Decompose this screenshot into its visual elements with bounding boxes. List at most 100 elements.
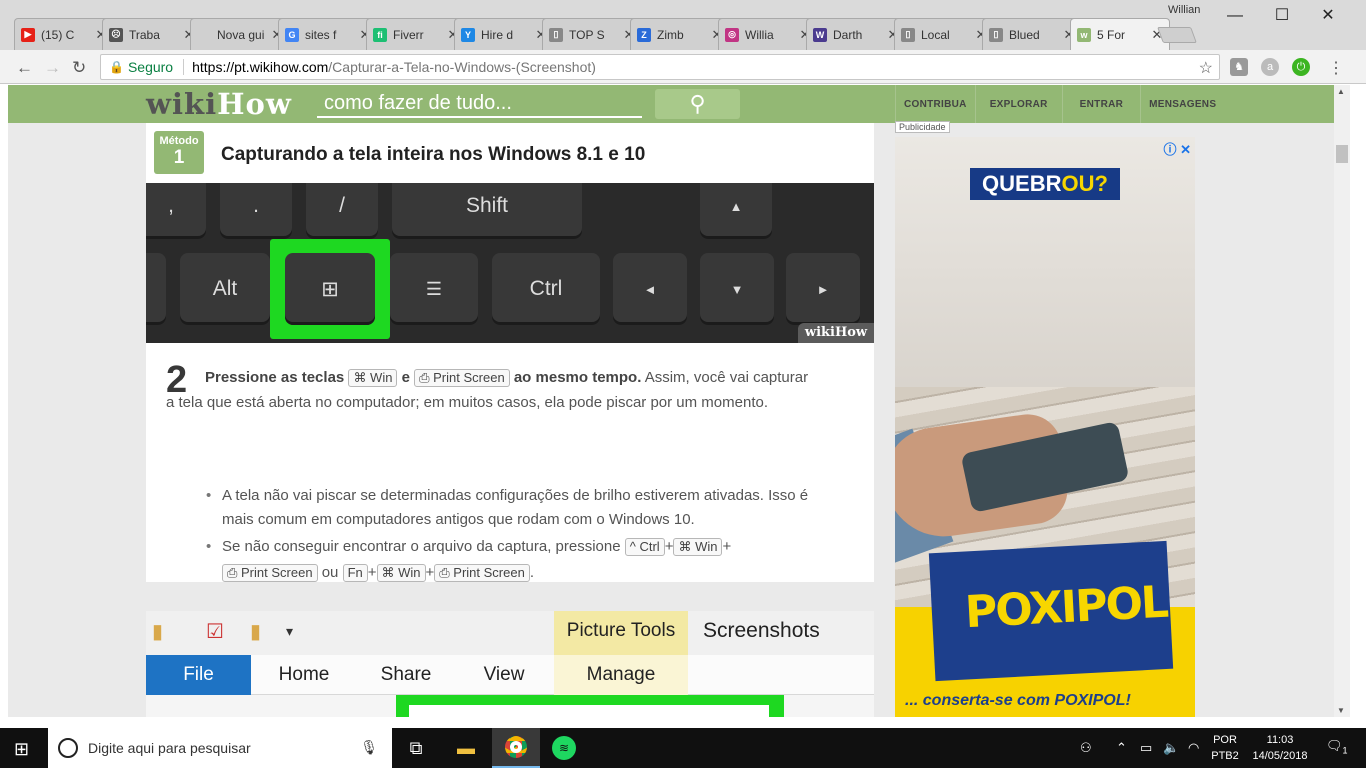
kbd-print-screen: ⎙ Print Screen: [414, 369, 510, 387]
advertisement[interactable]: ⓘ ✕ QUEBROU? POXIPOL ... conserta-se com…: [895, 137, 1195, 717]
browser-titlebar: ▶ (15) C ✕ ☹ Traba ✕ Nova gui ✕ Gsites f ✕ fi Fiver…: [0, 0, 1366, 50]
spotify-icon[interactable]: ≋: [540, 728, 588, 768]
scroll-thumb[interactable]: [1336, 145, 1348, 163]
checklist-icon: ☑: [206, 621, 224, 643]
menu-key-icon: ☰: [425, 278, 443, 299]
key-slash: /: [306, 183, 378, 239]
nav-explorar[interactable]: EXPLORAR: [974, 85, 1062, 123]
browser-tab[interactable]: w5 For ✕: [1070, 18, 1170, 50]
tab-favicon-icon: ◎: [725, 27, 739, 42]
url-path: /Capturar-a-Tela-no-Windows-(Screenshot): [328, 59, 596, 75]
tab-title: Hire d: [481, 27, 514, 42]
wikihow-logo[interactable]: wikiHow: [146, 87, 292, 121]
folder-icon-2: ▮: [250, 621, 262, 643]
nav-contribua[interactable]: CONTRIBUA: [895, 85, 975, 123]
tab-title: TOP S: [569, 27, 605, 42]
nav-entrar[interactable]: ENTRAR: [1061, 85, 1140, 123]
extension-a-icon[interactable]: a: [1261, 58, 1279, 76]
battery-icon[interactable]: ▭: [1140, 740, 1152, 756]
minimize-icon[interactable]: —: [1220, 6, 1250, 26]
volume-icon[interactable]: 🔈: [1163, 740, 1179, 756]
maximize-icon[interactable]: ☐: [1267, 6, 1297, 26]
task-view-icon[interactable]: ⧉: [392, 728, 440, 768]
language-indicator[interactable]: POR PTB2: [1208, 732, 1242, 764]
ad-choices-icon[interactable]: ⓘ ✕: [1163, 139, 1191, 158]
bookmark-star-icon[interactable]: ☆: [1199, 58, 1213, 78]
tab-title: 5 For: [1097, 27, 1126, 42]
back-icon[interactable]: ←: [16, 58, 33, 78]
browser-tab[interactable]: Z Zimb ✕: [630, 18, 730, 50]
tab-title: Fiverr: [393, 27, 424, 42]
web-page: wikiHow como fazer de tudo... ⚲ CONTRIBU…: [8, 85, 1334, 717]
tab-title: sites f: [305, 27, 337, 42]
search-button[interactable]: ⚲: [655, 89, 740, 119]
tab-home: Home: [278, 664, 330, 685]
wifi-icon[interactable]: ◠: [1188, 740, 1199, 756]
menu-icon[interactable]: ⋮: [1328, 58, 1344, 78]
browser-tab[interactable]: ☹ Traba ✕: [102, 18, 202, 50]
key-shift: Shift: [392, 183, 582, 239]
chrome-taskbar-icon[interactable]: [492, 728, 540, 768]
tab-favicon-icon: W: [813, 27, 827, 42]
browser-tab[interactable]: fi Fiverr ✕: [366, 18, 466, 50]
taskbar-search-placeholder: Digite aqui para pesquisar: [88, 740, 251, 756]
ad-brand: POXIPOL: [963, 576, 1169, 639]
highlight-frame: [396, 695, 784, 717]
new-tab-button[interactable]: [1157, 27, 1197, 43]
tab-title: Zimb: [657, 27, 684, 42]
key-ctrl: Ctrl: [492, 253, 600, 325]
tab-favicon-icon: G: [285, 27, 299, 42]
notification-icon[interactable]: 🗨1: [1326, 738, 1348, 756]
browser-tab[interactable]: Gsites f ✕: [278, 18, 378, 50]
browser-tab[interactable]: ▶ (15) C ✕: [14, 18, 114, 50]
start-button[interactable]: ⊞: [14, 739, 29, 760]
reload-icon[interactable]: ↻: [72, 58, 86, 78]
close-window-icon[interactable]: ✕: [1313, 6, 1343, 26]
key-arrow-left: ◄: [613, 253, 687, 325]
tab-view: View: [483, 664, 525, 685]
method-label: Método: [159, 135, 199, 147]
tray-chevron-icon[interactable]: ⌃: [1116, 740, 1127, 756]
search-icon: ⚲: [689, 91, 706, 116]
bullet-brightness: A tela não vai piscar se determinadas co…: [206, 484, 822, 532]
scroll-up-icon[interactable]: ▲: [1337, 87, 1345, 96]
tab-title: Darth: [833, 27, 863, 42]
browser-toolbar: ← → ↻ 🔒 Seguro https://pt.wikihow.com/Ca…: [0, 50, 1366, 84]
scroll-down-icon[interactable]: ▼: [1337, 706, 1345, 715]
people-icon[interactable]: ⚇: [1080, 740, 1092, 756]
clock[interactable]: 11:03 14/05/2018: [1245, 732, 1315, 764]
key-partial: [146, 253, 166, 325]
extension-green-icon[interactable]: ⏻: [1292, 58, 1310, 76]
browser-tab[interactable]: ◎ Willia ✕: [718, 18, 818, 50]
tab-title: Blued: [1009, 27, 1040, 42]
extension-icon[interactable]: ♞: [1230, 58, 1248, 76]
tab-title: Nova gui: [217, 27, 265, 42]
browser-tab[interactable]: ▯ Blued ✕: [982, 18, 1082, 50]
method-badge: Método 1: [154, 131, 204, 174]
forward-icon[interactable]: →: [44, 58, 61, 78]
microphone-icon[interactable]: 🎙: [360, 739, 378, 756]
address-bar[interactable]: 🔒 Seguro https://pt.wikihow.com/Capturar…: [100, 54, 1220, 80]
page-scrollbar[interactable]: ▲ ▼: [1334, 85, 1350, 717]
profile-name[interactable]: Willian: [1168, 4, 1200, 16]
browser-tab[interactable]: ▯ Local ✕: [894, 18, 994, 50]
site-search-input[interactable]: como fazer de tudo...: [317, 91, 642, 118]
nav-mensagens[interactable]: MENSAGENS: [1140, 85, 1224, 123]
browser-tab[interactable]: Nova gui ✕: [190, 18, 290, 50]
tab-favicon-icon: ▯: [901, 27, 915, 42]
file-explorer-icon[interactable]: ▬: [442, 728, 490, 768]
taskbar-search[interactable]: Digite aqui para pesquisar 🎙: [48, 728, 392, 768]
tab-favicon-icon: w: [1077, 27, 1091, 42]
url-host: https://pt.wikihow.com: [192, 59, 329, 75]
lock-icon: 🔒: [109, 60, 124, 74]
key-comma: ,: [146, 183, 206, 239]
key-alt: Alt: [180, 253, 270, 325]
browser-tab[interactable]: Y Hire d ✕: [454, 18, 554, 50]
window-title: Screenshots: [703, 619, 820, 642]
browser-tab[interactable]: W Darth ✕: [806, 18, 906, 50]
tab-favicon-icon: Z: [637, 27, 651, 42]
windows-taskbar: ⊞ Digite aqui para pesquisar 🎙 ⧉ ▬ ≋ ⚇ ⌃…: [0, 728, 1366, 768]
browser-tab[interactable]: ▯ TOP S ✕: [542, 18, 642, 50]
step-text: Pressione as teclas ⌘ Win e ⎙ Print Scre…: [166, 369, 809, 411]
tab-manage: Manage: [554, 655, 688, 695]
